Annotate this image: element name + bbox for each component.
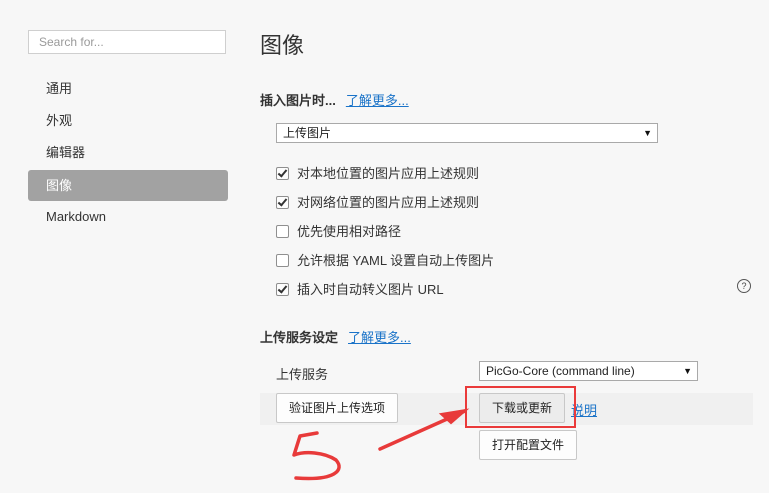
annotation-drawing [292, 408, 470, 481]
